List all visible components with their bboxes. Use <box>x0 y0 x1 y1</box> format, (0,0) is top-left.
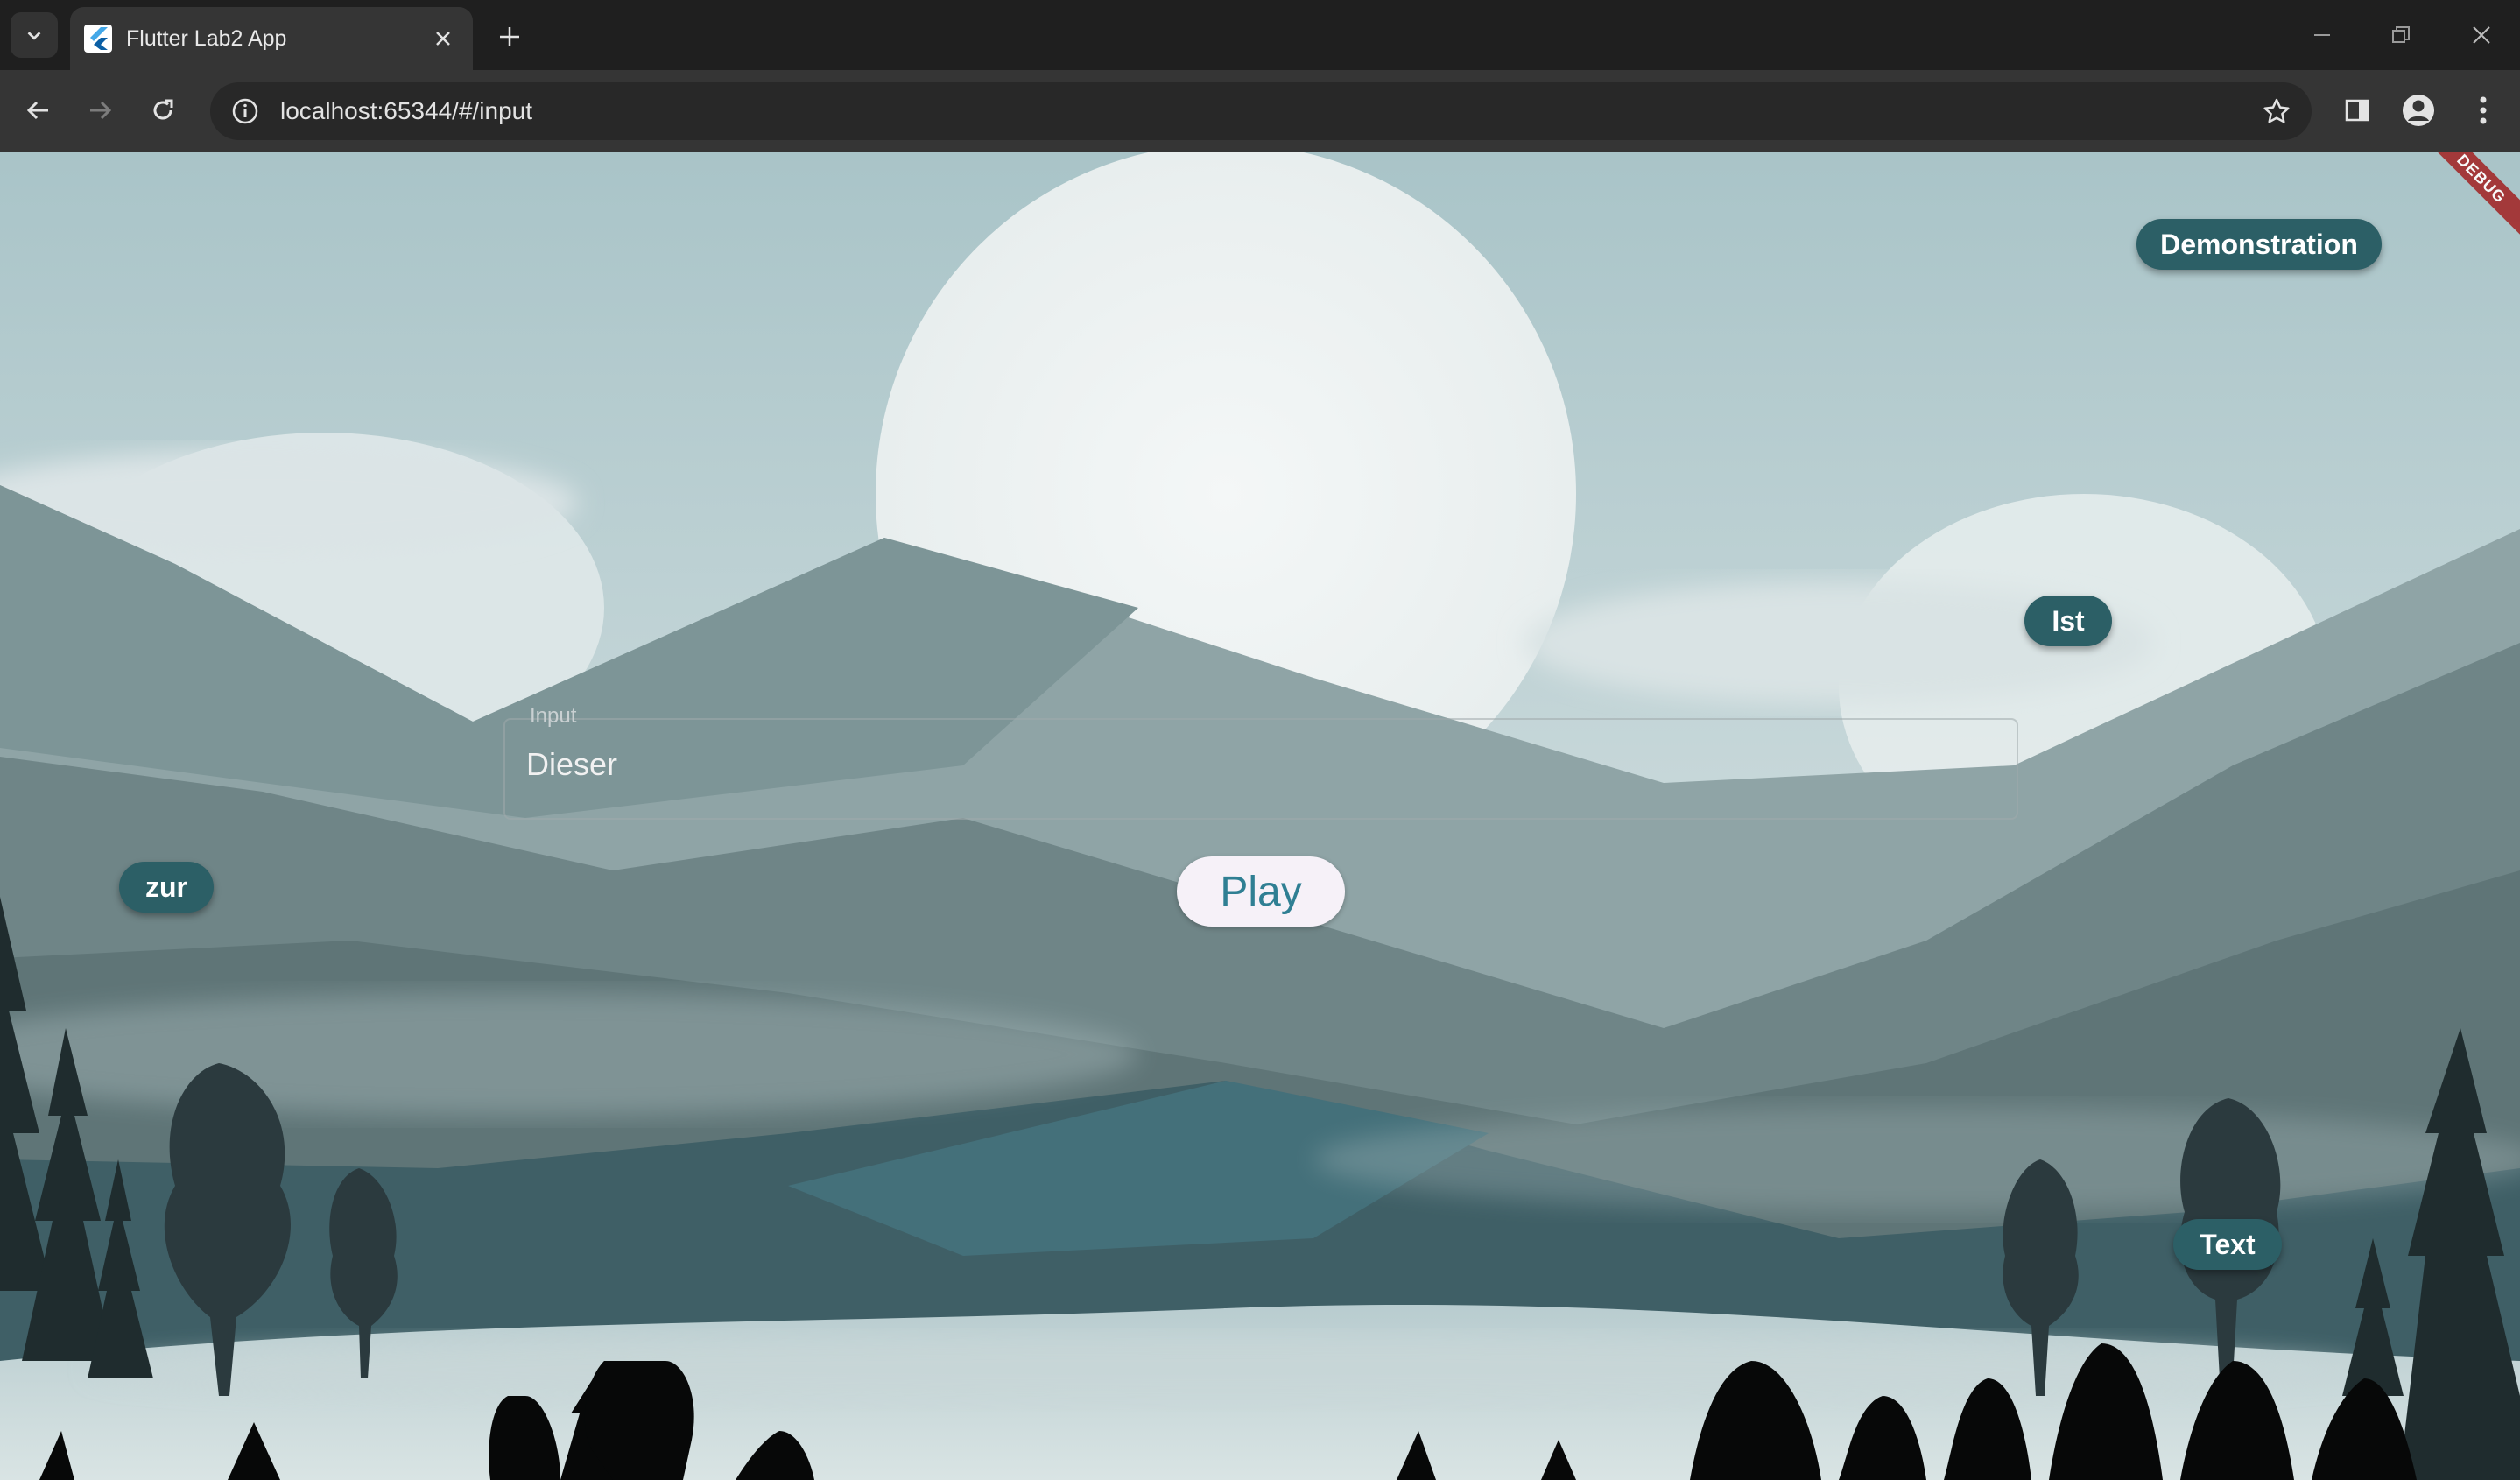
word-chip-demonstration[interactable]: Demonstration <box>2136 219 2382 270</box>
tab-close-button[interactable] <box>427 23 459 54</box>
profile-avatar-icon[interactable] <box>2397 89 2439 131</box>
input-label: Input <box>530 704 577 728</box>
close-icon <box>436 32 450 46</box>
word-chip-zur[interactable]: zur <box>119 862 214 913</box>
bookmark-star-icon[interactable] <box>2256 90 2298 132</box>
chevron-down-icon <box>27 32 41 40</box>
browser-toolbar: localhost:65344/#/input <box>0 70 2520 152</box>
plus-icon <box>500 27 519 46</box>
back-button[interactable] <box>18 89 60 131</box>
restore-icon <box>2392 26 2410 43</box>
reload-button[interactable] <box>142 89 184 131</box>
more-menu-icon[interactable] <box>2462 89 2504 131</box>
reload-icon <box>153 99 173 120</box>
flutter-icon <box>84 25 112 53</box>
browser-tab[interactable]: Flutter Lab2 App <box>70 7 473 70</box>
address-bar[interactable]: localhost:65344/#/input <box>210 82 2312 140</box>
play-button[interactable]: Play <box>1177 856 1345 927</box>
arrow-left-icon <box>26 101 48 120</box>
word-chip-text[interactable]: Text <box>2173 1219 2282 1270</box>
word-chip-ist[interactable]: Ist <box>2024 596 2112 646</box>
tab-search-button[interactable] <box>11 12 58 58</box>
close-icon <box>2473 26 2490 44</box>
input-text[interactable] <box>526 746 1927 783</box>
tab-title: Flutter Lab2 App <box>126 25 287 51</box>
side-panel-icon[interactable] <box>2336 89 2378 131</box>
restore-button[interactable] <box>2378 14 2424 56</box>
minimize-button[interactable] <box>2299 14 2345 56</box>
url-text[interactable]: localhost:65344/#/input <box>280 97 2256 125</box>
app-viewport: DEBUG Demonstration Ist zur Text Input P… <box>0 152 2520 1480</box>
site-info-icon[interactable] <box>228 94 263 129</box>
tab-strip: Flutter Lab2 App <box>0 0 2520 70</box>
forward-button[interactable] <box>79 89 121 131</box>
window-close-button[interactable] <box>2459 14 2504 56</box>
arrow-right-icon <box>90 101 112 120</box>
text-input-field[interactable]: Input <box>503 704 2018 820</box>
new-tab-button[interactable] <box>490 18 529 56</box>
minimize-icon <box>2314 34 2330 36</box>
